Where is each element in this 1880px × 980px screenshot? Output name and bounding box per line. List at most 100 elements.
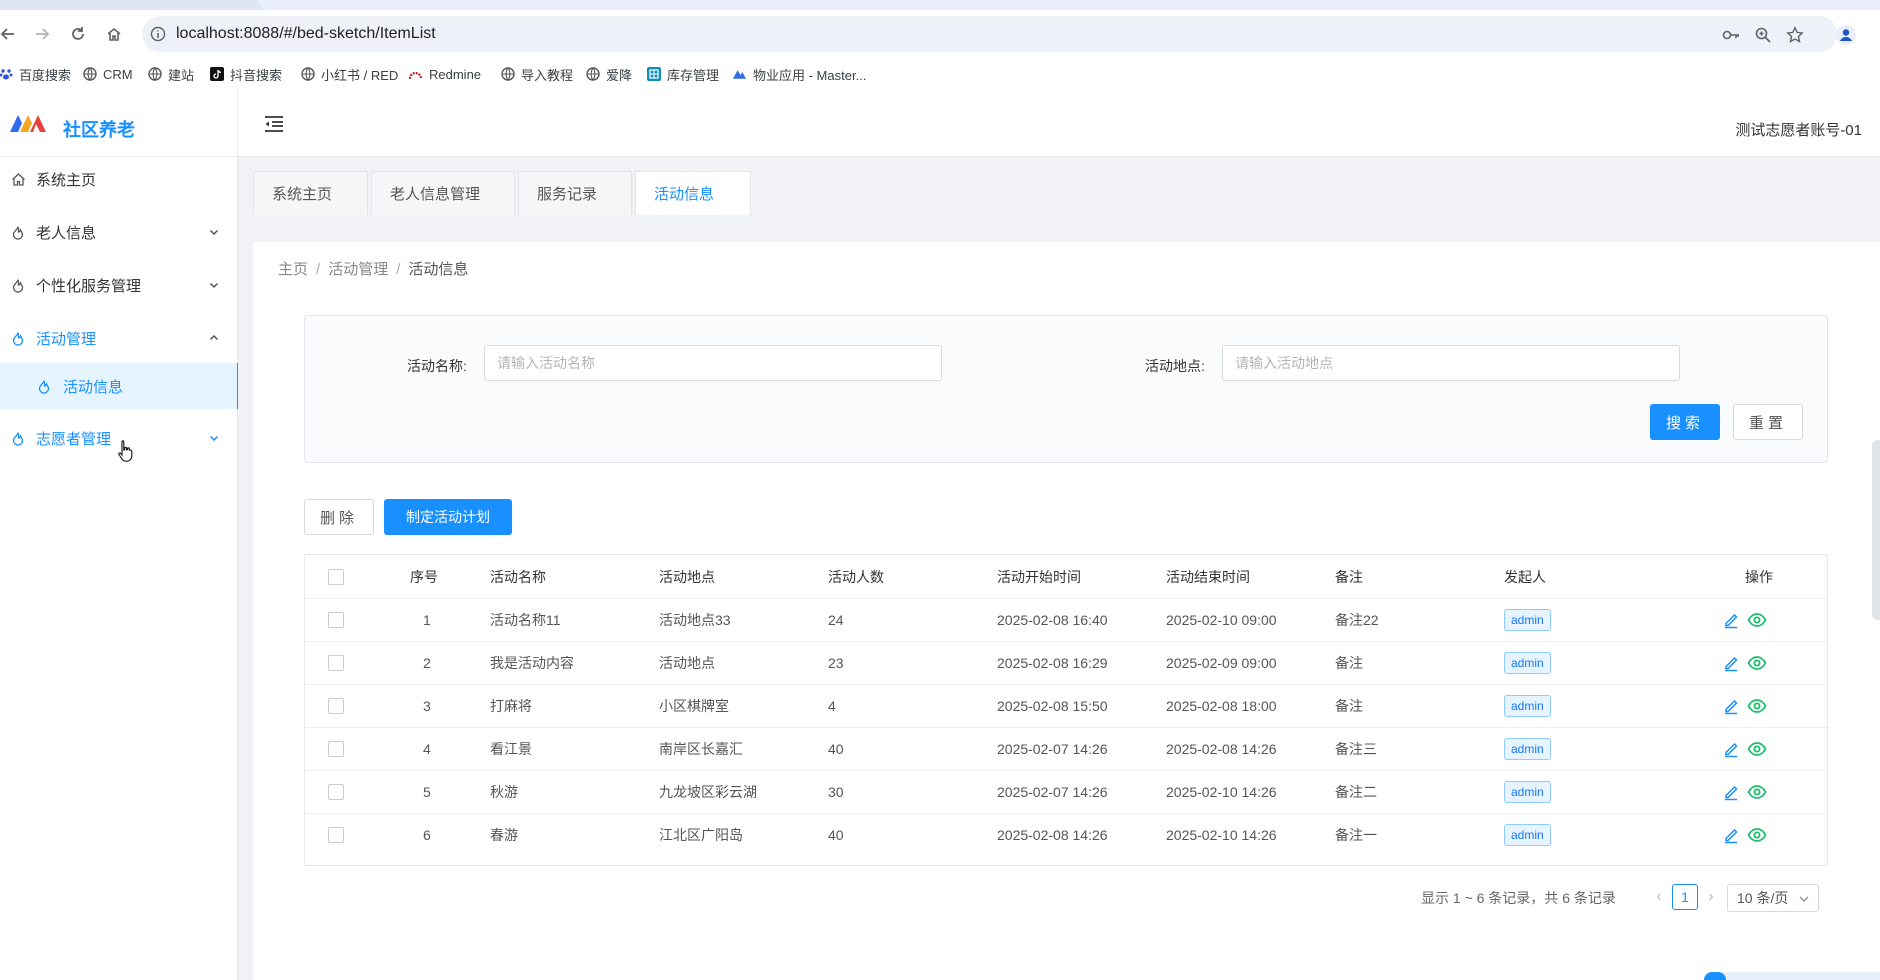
back-icon[interactable] xyxy=(0,22,20,46)
tab-home[interactable]: 系统主页 xyxy=(253,171,368,215)
flame-icon xyxy=(10,430,26,446)
edit-icon[interactable] xyxy=(1721,653,1741,673)
table-row[interactable]: 2 我是活动内容 活动地点 23 2025-02-08 16:29 2025-0… xyxy=(305,641,1827,685)
bookmark-item[interactable]: 爱降 xyxy=(585,64,632,84)
flame-icon xyxy=(10,330,26,346)
edit-icon[interactable] xyxy=(1721,782,1741,802)
search-button[interactable]: 搜索 xyxy=(1650,404,1720,440)
bookmark-item[interactable]: Redmine xyxy=(408,64,481,84)
sidebar-item-activity-info[interactable]: 活动信息 xyxy=(0,363,240,409)
cell-end: 2025-02-10 14:26 xyxy=(1166,826,1277,843)
home-browser-icon[interactable] xyxy=(102,22,126,46)
cell-remark: 备注二 xyxy=(1335,783,1377,800)
cell-place: 活动地点 xyxy=(659,654,715,671)
globe-icon xyxy=(300,67,315,82)
account-name[interactable]: 测试志愿者账号-01 xyxy=(1735,119,1862,140)
row-checkbox[interactable] xyxy=(328,740,344,757)
view-icon[interactable] xyxy=(1747,825,1767,845)
globe-icon xyxy=(147,67,162,82)
table-row[interactable]: 1 活动名称11 活动地点33 24 2025-02-08 16:40 2025… xyxy=(305,598,1827,642)
cell-name: 看江景 xyxy=(490,740,532,757)
table-row[interactable]: 5 秋游 九龙坡区彩云湖 30 2025-02-07 14:26 2025-02… xyxy=(305,770,1827,814)
prev-page-icon[interactable]: ‹ xyxy=(1650,886,1668,908)
activity-name-input[interactable] xyxy=(484,345,942,381)
row-checkbox[interactable] xyxy=(328,611,344,628)
cell-end: 2025-02-08 18:00 xyxy=(1166,697,1277,714)
table-header: 序号 活动名称 活动地点 活动人数 活动开始时间 活动结束时间 备注 发起人 操… xyxy=(305,555,1827,599)
site-info-icon[interactable] xyxy=(150,26,166,42)
row-checkbox[interactable] xyxy=(328,783,344,800)
table-row[interactable]: 3 打麻将 小区棋牌室 4 2025-02-08 15:50 2025-02-0… xyxy=(305,684,1827,728)
bookmark-item[interactable]: 建站 xyxy=(147,64,194,84)
cell-remark: 备注一 xyxy=(1335,826,1377,843)
row-checkbox[interactable] xyxy=(328,654,344,671)
side-drawer-handle[interactable] xyxy=(1872,440,1880,620)
bookmark-item[interactable]: 小红书 / RED xyxy=(300,64,398,84)
tab-service-records[interactable]: 服务记录 xyxy=(518,171,632,215)
cell-count: 24 xyxy=(828,611,844,628)
home-icon xyxy=(10,171,26,187)
key-icon[interactable] xyxy=(1721,25,1741,45)
chevron-down-icon xyxy=(207,225,221,239)
cell-place: 南岸区长嘉汇 xyxy=(659,740,743,757)
cell-end: 2025-02-10 14:26 xyxy=(1166,783,1277,800)
page-size-select[interactable]: 10 条/页 xyxy=(1727,884,1819,912)
breadcrumb-activity-management[interactable]: 活动管理 xyxy=(328,261,388,278)
floating-widget[interactable] xyxy=(1704,972,1880,980)
table-row[interactable]: 6 春游 江北区广阳岛 40 2025-02-08 14:26 2025-02-… xyxy=(305,813,1827,856)
sidebar-item-personal-service[interactable]: 个性化服务管理 xyxy=(0,261,237,309)
creator-tag: admin xyxy=(1504,651,1551,674)
view-icon[interactable] xyxy=(1747,782,1767,802)
page-number-button[interactable]: 1 xyxy=(1672,884,1698,910)
sidebar-item-elderly-info[interactable]: 老人信息 xyxy=(0,208,237,256)
column-header: 活动名称 xyxy=(490,568,546,585)
view-icon[interactable] xyxy=(1747,653,1767,673)
cell-start: 2025-02-08 16:40 xyxy=(997,611,1108,628)
view-icon[interactable] xyxy=(1747,739,1767,759)
app-name: 社区养老 xyxy=(63,120,135,140)
bookmark-item[interactable]: CRM xyxy=(82,64,133,84)
bookmark-item[interactable]: 导入教程 xyxy=(500,64,573,84)
edit-icon[interactable] xyxy=(1721,825,1741,845)
edit-icon[interactable] xyxy=(1721,696,1741,716)
zoom-icon[interactable] xyxy=(1753,25,1773,45)
reload-icon[interactable] xyxy=(66,22,90,46)
flame-icon xyxy=(10,277,26,293)
sidebar-item-activity-management[interactable]: 活动管理 xyxy=(0,314,237,362)
edit-icon[interactable] xyxy=(1721,610,1741,630)
cell-no: 3 xyxy=(423,697,431,714)
column-header: 备注 xyxy=(1335,568,1363,585)
url-text[interactable]: localhost:8088/#/bed-sketch/ItemList xyxy=(176,25,436,43)
activity-place-input[interactable] xyxy=(1222,345,1680,381)
chevron-down-icon xyxy=(1798,892,1810,908)
cell-end: 2025-02-08 14:26 xyxy=(1166,740,1277,757)
select-all-checkbox[interactable] xyxy=(328,568,344,585)
cell-name: 春游 xyxy=(490,826,518,843)
delete-button[interactable]: 删除 xyxy=(304,499,374,535)
cell-no: 5 xyxy=(423,783,431,800)
reset-button[interactable]: 重置 xyxy=(1733,404,1803,440)
row-checkbox[interactable] xyxy=(328,697,344,714)
create-activity-plan-button[interactable]: 制定活动计划 xyxy=(384,499,512,535)
next-page-icon[interactable]: › xyxy=(1702,886,1720,908)
bookmark-item[interactable]: 百度搜索 xyxy=(0,64,71,84)
table-row[interactable]: 4 看江景 南岸区长嘉汇 40 2025-02-07 14:26 2025-02… xyxy=(305,727,1827,771)
edit-icon[interactable] xyxy=(1721,739,1741,759)
view-icon[interactable] xyxy=(1747,696,1767,716)
bookmark-item[interactable]: 库存管理 xyxy=(646,64,719,84)
menu-fold-icon[interactable] xyxy=(263,114,285,134)
breadcrumb-home[interactable]: 主页 xyxy=(278,261,308,278)
bookmark-star-icon[interactable] xyxy=(1785,25,1805,45)
cell-count: 40 xyxy=(828,740,844,757)
column-header: 操作 xyxy=(1745,568,1773,585)
bookmark-item[interactable]: 物业应用 - Master... xyxy=(732,64,866,84)
cell-count: 30 xyxy=(828,783,844,800)
row-checkbox[interactable] xyxy=(328,826,344,843)
forward-icon[interactable] xyxy=(30,22,54,46)
tab-activity-info[interactable]: 活动信息 xyxy=(635,171,751,215)
tab-elderly-info[interactable]: 老人信息管理 xyxy=(371,171,515,215)
bookmark-item[interactable]: 抖音搜索 xyxy=(209,64,282,84)
sidebar-item-home[interactable]: 系统主页 xyxy=(0,155,237,203)
profile-icon[interactable] xyxy=(1836,25,1856,45)
view-icon[interactable] xyxy=(1747,610,1767,630)
